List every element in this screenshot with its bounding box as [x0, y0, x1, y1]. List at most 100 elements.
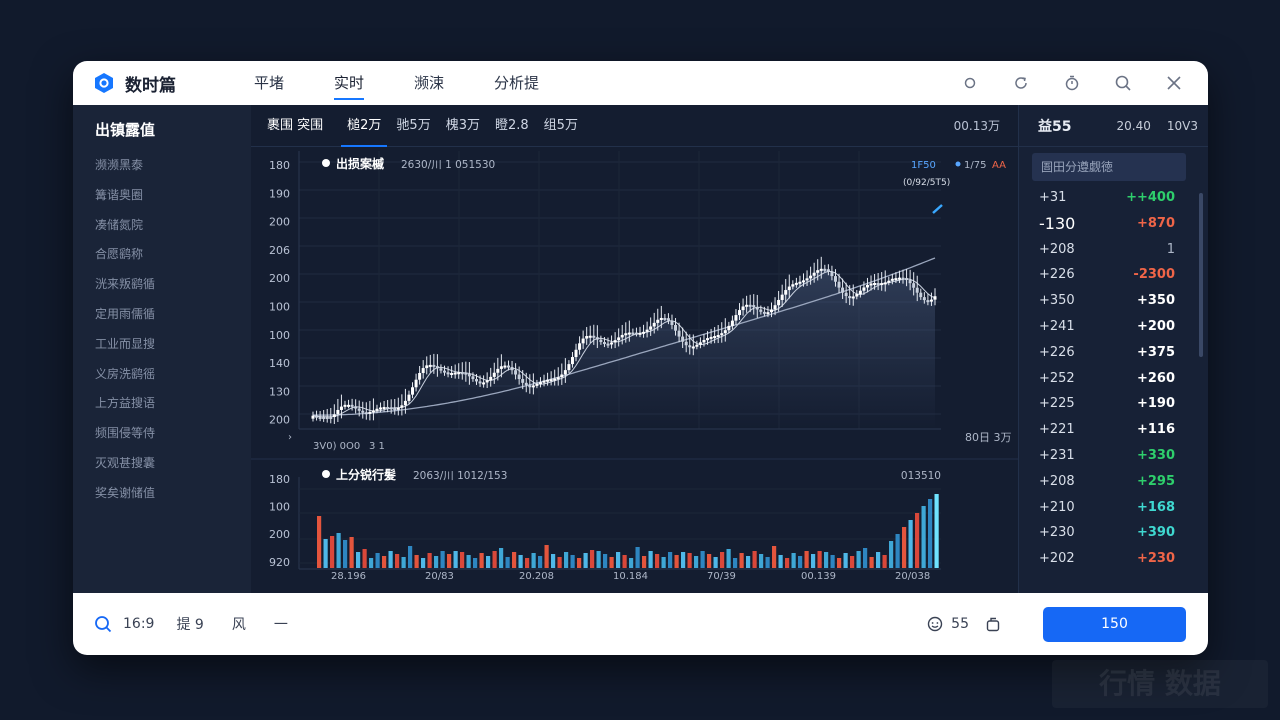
sidebar-item[interactable]: 洸来叛鹞循: [95, 270, 251, 300]
candle-body: [826, 269, 830, 272]
volume-bar: [648, 551, 653, 568]
nav-tab-0[interactable]: 平堵: [254, 61, 284, 105]
y-tick-label: 190: [269, 187, 290, 200]
interval-tab-0[interactable]: 裹围 突围: [267, 105, 323, 147]
sidebar-item[interactable]: 工业而显搜: [95, 330, 251, 360]
share-icon[interactable]: [983, 614, 1003, 634]
quote-row[interactable]: +208 1: [1019, 237, 1208, 263]
volume-bar: [336, 533, 341, 568]
quote-row[interactable]: +221 +116: [1019, 417, 1208, 443]
quote-row[interactable]: +231 +330: [1019, 443, 1208, 469]
nav-tab-3[interactable]: 分析提: [494, 61, 539, 105]
quote-value: ++400: [1126, 190, 1175, 205]
quote-row[interactable]: +202 +230: [1019, 546, 1208, 572]
timer-icon[interactable]: [1062, 73, 1082, 93]
y-tick-label: 100: [269, 329, 290, 342]
chart-canvas[interactable]: 180 190 200 206 200 100 100 140 130 200 出损案槭 2630/川…: [251, 147, 1018, 593]
primary-action-button[interactable]: 150: [1043, 606, 1186, 642]
sidebar-item[interactable]: 义房洗鹞徭: [95, 360, 251, 390]
quote-change: +230: [1039, 525, 1075, 541]
quote-change: +31: [1039, 190, 1067, 205]
quote-row[interactable]: +226 +375: [1019, 340, 1208, 366]
quote-row[interactable]: -130 +870: [1019, 211, 1208, 237]
refresh-icon[interactable]: [1011, 73, 1031, 93]
volume-y-tick-label: 200: [269, 528, 290, 541]
y-tick-label: 206: [269, 244, 290, 257]
interval-tab-5[interactable]: 组5万: [544, 105, 578, 147]
sidebar-title: 出镇露值: [95, 121, 156, 139]
candle-body: [706, 338, 710, 341]
sidebar-item[interactable]: 灭观甚搜囊: [95, 449, 251, 479]
candle-body: [844, 292, 848, 297]
volume-bar: [817, 551, 822, 568]
quote-row[interactable]: +225 +190: [1019, 391, 1208, 417]
close-icon[interactable]: [1164, 73, 1184, 93]
volume-bar: [850, 556, 855, 568]
candle-body: [762, 311, 766, 314]
volume-bar: [453, 551, 458, 568]
nav-tab-1[interactable]: 实时: [334, 61, 365, 105]
volume-bar: [323, 539, 328, 568]
aspect-ratio-button[interactable]: 16:9: [123, 616, 154, 632]
candle-body: [876, 282, 880, 285]
sidebar-item[interactable]: 合愿鹞称: [95, 240, 251, 270]
candle-body: [339, 406, 343, 410]
interval-tab-3[interactable]: 槐3万: [446, 105, 480, 147]
candle-body: [691, 346, 695, 349]
sidebar-item[interactable]: 凑储氮院: [95, 211, 251, 241]
search-icon[interactable]: [93, 614, 113, 634]
sidebar-item[interactable]: 上方益搜语: [95, 389, 251, 419]
volume-bar: [681, 552, 686, 568]
app-logo[interactable]: 数时篇: [93, 71, 176, 96]
legend-dot-icon: [955, 161, 961, 167]
sidebar-item[interactable]: 频围侵等侍: [95, 419, 251, 449]
candle-body: [709, 336, 713, 339]
volume-bar: [895, 534, 900, 568]
sidebar-item[interactable]: 濒濒黑泰: [95, 151, 251, 181]
search-icon[interactable]: [1113, 73, 1133, 93]
candle-body: [752, 305, 756, 308]
candle-body: [634, 332, 638, 335]
bottom-item-b[interactable]: 提 9: [176, 614, 203, 634]
emoji-icon[interactable]: [925, 614, 945, 634]
quote-row[interactable]: +350 +350: [1019, 288, 1208, 314]
quote-change: +225: [1039, 396, 1075, 412]
sidebar-item[interactable]: 奖矣谢储值: [95, 479, 251, 509]
candle-body: [371, 410, 375, 413]
sidebar-item[interactable]: 定用雨儒循: [95, 300, 251, 330]
volume-bar: [856, 551, 861, 568]
candle-body: [538, 382, 542, 385]
volume-bar: [447, 554, 452, 568]
quote-row[interactable]: +252 +260: [1019, 366, 1208, 392]
search-small-icon[interactable]: [960, 73, 980, 93]
candle-body: [425, 365, 429, 369]
quote-row[interactable]: +210 +168: [1019, 495, 1208, 521]
sidebar-item[interactable]: 篝谐奥圈: [95, 181, 251, 211]
quote-row[interactable]: +208 +295: [1019, 469, 1208, 495]
quote-row[interactable]: +230 +390: [1019, 520, 1208, 546]
volume-bar: [694, 556, 699, 568]
quote-row[interactable]: +31 ++400: [1019, 185, 1208, 211]
candle-body: [862, 287, 866, 291]
quote-value: +230: [1136, 551, 1175, 567]
volume-series-dot-icon: [322, 470, 330, 478]
quote-row[interactable]: +241 +200: [1019, 314, 1208, 340]
bottom-item-c[interactable]: 风: [232, 614, 246, 634]
volume-y-tick-label: 100: [269, 501, 290, 514]
bottom-item-d[interactable]: 一: [274, 614, 288, 634]
candle-body: [734, 315, 738, 321]
interval-tab-4[interactable]: 瞪2.8: [495, 105, 529, 147]
quote-panel-header: 益55 20.40 10V3: [1019, 105, 1208, 147]
quote-row[interactable]: +226 -2300: [1019, 262, 1208, 288]
candle-body: [695, 344, 699, 347]
quote-list-scrollbar[interactable]: [1199, 193, 1203, 357]
candle-body: [929, 299, 933, 302]
candle-body: [450, 373, 454, 376]
interval-tab-2[interactable]: 驰5万: [396, 105, 430, 147]
nav-tab-2[interactable]: 濒涑: [414, 61, 444, 105]
volume-bar: [544, 545, 549, 568]
quote-search-input[interactable]: 圄田分遵觑徳: [1032, 153, 1186, 181]
interval-tab-1[interactable]: 槌2万: [341, 105, 388, 147]
candle-body: [322, 417, 326, 419]
volume-bar: [525, 558, 530, 568]
